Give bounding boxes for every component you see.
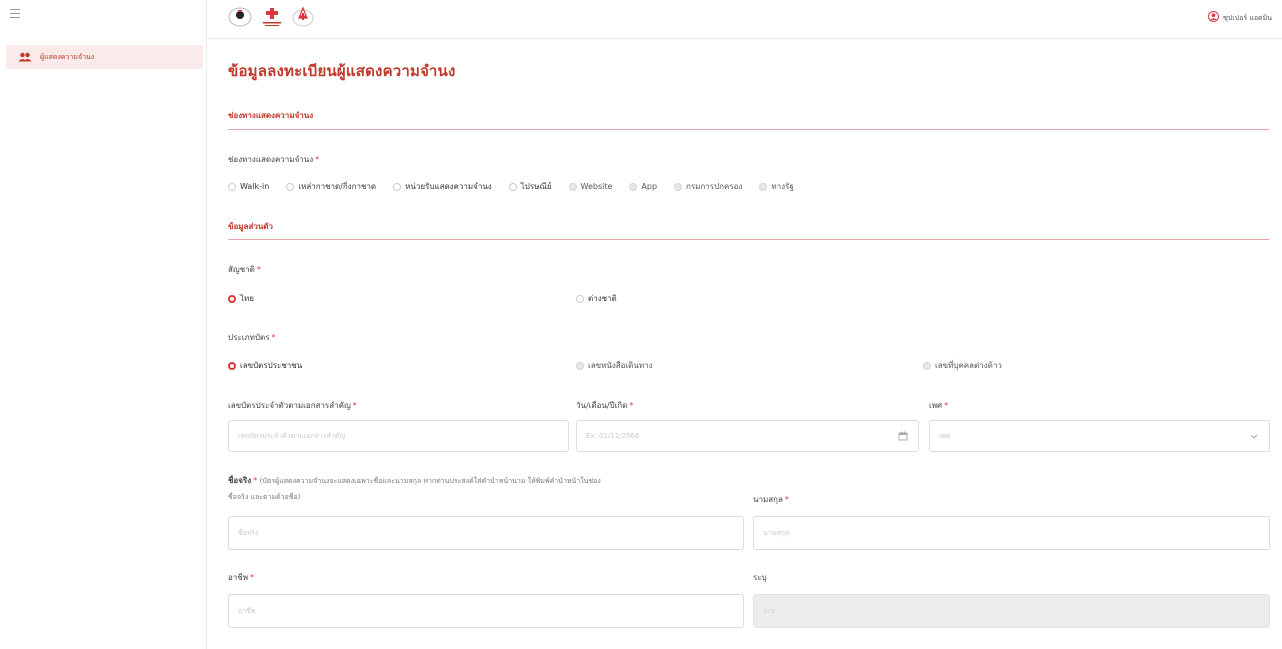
birth-date-label: วัน/เดือน/ปีเกิด * — [576, 401, 634, 410]
page-title: ข้อมูลลงทะเบียนผู้แสดงความจำนง — [228, 62, 456, 80]
section-title-personal: ข้อมูลส่วนตัว — [228, 222, 273, 231]
users-icon — [18, 52, 32, 62]
channel-option-red-cross-branch[interactable]: เหล่ากาชาด/กิ่งกาชาด — [286, 180, 376, 193]
last-name-input[interactable]: นามสกุล — [753, 516, 1270, 550]
sidebar-item-donors[interactable]: ผู้แสดงความจำนง — [6, 45, 203, 69]
user-circle-icon — [1208, 11, 1220, 25]
card-type-option-alien-id: เลขที่บุคคลต่างด้าว — [923, 359, 1002, 372]
red-cross-center-logo — [261, 6, 283, 31]
card-type-option-passport: เลขหนังสือเดินทาง — [576, 359, 653, 372]
chevron-down-icon — [1249, 431, 1259, 443]
user-menu[interactable]: ซุปเปอร์ แอดมิน — [1208, 11, 1272, 25]
section-title-channel: ช่องทางแสดงความจำนง — [228, 111, 314, 120]
occupation-input[interactable]: อาชีพ — [228, 594, 744, 628]
birth-date-input[interactable]: Ex. 01/11/2566 — [576, 420, 919, 452]
logo-group — [227, 6, 315, 31]
section-divider — [228, 129, 1269, 130]
red-cross-emblem-logo — [291, 6, 315, 31]
id-number-input[interactable]: เลขบัตรประจำตัวตามเอกสารสำคัญ — [228, 420, 569, 452]
gender-select[interactable]: เพศ — [929, 420, 1270, 452]
sidebar: ผู้แสดงความจำนง — [0, 0, 207, 649]
red-cross-seal-logo — [227, 6, 253, 31]
card-type-label: ประเภทบัตร * — [228, 333, 276, 342]
id-number-label: เลขบัตรประจำตัวตามเอกสารสำคัญ * — [228, 401, 357, 410]
calendar-icon[interactable] — [898, 431, 908, 443]
main-content: ข้อมูลลงทะเบียนผู้แสดงความจำนง ช่องทางแส… — [207, 39, 1282, 649]
channel-radio-group: Walk-in เหล่ากาชาด/กิ่งกาชาด หน่วยรับแสด… — [228, 180, 794, 193]
channel-option-tangrat: ทางรัฐ — [759, 180, 794, 193]
occupation-label: อาชีพ * — [228, 573, 254, 582]
specify-input: ระบุ — [753, 594, 1270, 628]
channel-option-post[interactable]: ไปรษณีย์ — [508, 180, 552, 193]
channel-option-walkin[interactable]: Walk-in — [228, 182, 269, 191]
last-name-label: นามสกุล * — [753, 495, 789, 504]
channel-option-dopa: กรมการปกครอง — [674, 180, 742, 193]
gender-label: เพศ * — [929, 401, 949, 410]
channel-option-registration-unit[interactable]: หน่วยรับแสดงความจำนง — [393, 180, 492, 193]
first-name-label: ชื่อจริง * (บัตรผู้แสดงความจำนงจะแสดงเฉพา… — [228, 476, 601, 501]
nationality-option-thai[interactable]: ไทย — [228, 292, 254, 305]
nationality-label: สัญชาติ * — [228, 265, 261, 274]
next-section-peek — [228, 645, 408, 648]
specify-label: ระบุ — [753, 573, 767, 582]
nationality-option-foreign[interactable]: ต่างชาติ — [576, 292, 617, 305]
topbar: ซุปเปอร์ แอดมิน — [207, 0, 1282, 39]
card-type-option-citizen-id[interactable]: เลขบัตรประชาชน — [228, 359, 302, 372]
channel-field-label: ช่องทางแสดงความจำนง * — [228, 155, 320, 164]
user-name: ซุปเปอร์ แอดมิน — [1223, 13, 1272, 22]
sidebar-item-label: ผู้แสดงความจำนง — [40, 52, 95, 61]
first-name-input[interactable]: ชื่อจริง — [228, 516, 744, 550]
section-divider — [228, 239, 1269, 240]
hamburger-menu-icon[interactable] — [10, 9, 20, 18]
channel-option-app: App — [629, 182, 657, 191]
channel-option-website: Website — [568, 182, 612, 191]
